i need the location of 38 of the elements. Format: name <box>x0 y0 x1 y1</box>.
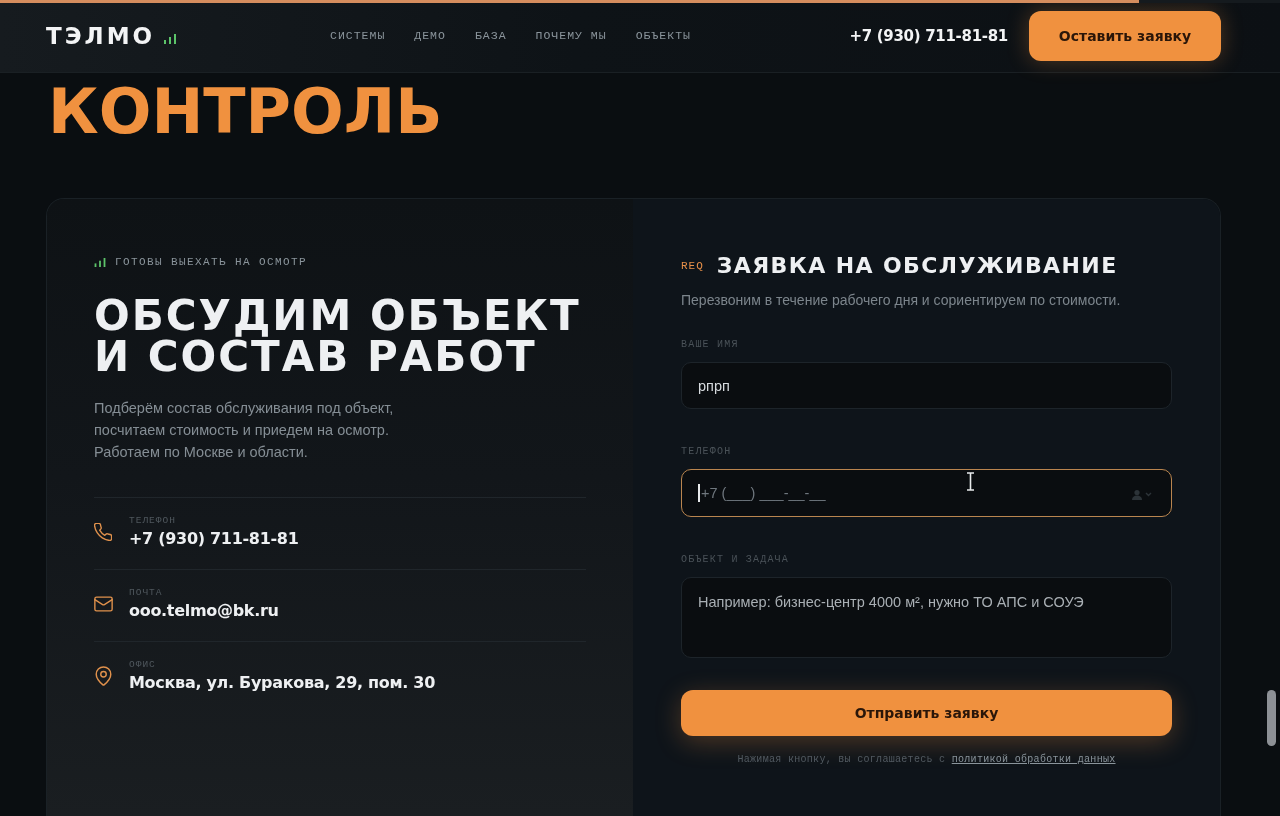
header-phone-link[interactable]: +7 (930) 711-81-81 <box>849 24 1008 48</box>
field-label: ТЕЛЕФОН <box>681 445 733 459</box>
contact-description: Подберём состав обслуживания под объект, посчитаем стоимость и приедем на осмотр. Работаем по Москве и области. <box>94 399 395 462</box>
logo[interactable]: ТЭЛМО <box>46 22 156 50</box>
form-subtitle: Перезвоним в течение рабочего дня и сориентируем по стоимости. <box>681 291 1122 310</box>
location-pin-icon <box>94 665 112 686</box>
phone-icon <box>94 522 112 541</box>
nav-link[interactable]: ПОЧЕМУ МЫ <box>535 27 607 45</box>
field-label: ВАШЕ ИМЯ <box>681 338 740 352</box>
name-field[interactable]: рпрп <box>681 362 1172 409</box>
eyebrow-text: ГОТОВЫ ВЫЕХАТЬ НА ОСМОТР <box>115 255 308 269</box>
contact-value[interactable]: Москва, ул. Буракова, 29, пом. 30 <box>129 672 435 693</box>
contact-label: ОФИС <box>129 658 157 671</box>
nav-link[interactable]: ДЕМО <box>414 27 446 45</box>
text-caret-icon <box>698 484 700 502</box>
text-cursor-icon <box>966 472 975 491</box>
contact-value[interactable]: +7 (930) 711-81-81 <box>129 528 299 549</box>
request-button[interactable]: Оставить заявку <box>1029 11 1221 61</box>
signal-bars-icon <box>164 34 177 44</box>
consent-text: Нажимая кнопку, вы соглашаетесь с политикой обработки данных <box>736 753 1117 767</box>
privacy-policy-link[interactable]: политикой обработки данных <box>951 754 1116 765</box>
form-tag: REQ <box>681 259 704 273</box>
contact-card-icon <box>1131 489 1153 500</box>
signal-bars-icon <box>94 257 106 267</box>
scrollbar-thumb[interactable] <box>1267 690 1276 746</box>
nav-link[interactable]: СИСТЕМЫ <box>330 27 386 45</box>
contact-label: ТЕЛЕФОН <box>129 514 177 527</box>
contact-label: ПОЧТА <box>129 586 164 599</box>
envelope-icon <box>93 595 113 612</box>
nav-link[interactable]: БАЗА <box>474 27 507 45</box>
task-textarea[interactable]: Например: бизнес-центр 4000 м², нужно ТО АПС и СОУЭ <box>681 577 1172 658</box>
nav-link[interactable]: ОБЪЕКТЫ <box>635 27 691 45</box>
phone-field[interactable]: +7 (___) ___-__-__ <box>681 469 1172 517</box>
contact-heading: ОБСУДИМ ОБЪЕКТ И СОСТАВ РАБОТ <box>94 295 582 377</box>
submit-button[interactable]: Отправить заявку <box>681 690 1172 736</box>
form-title: ЗАЯВКА НА ОБСЛУЖИВАНИЕ <box>716 253 1118 279</box>
hero-title: КОНТРОЛЬ <box>48 81 444 143</box>
contact-value[interactable]: ooo.telmo@bk.ru <box>129 600 279 621</box>
